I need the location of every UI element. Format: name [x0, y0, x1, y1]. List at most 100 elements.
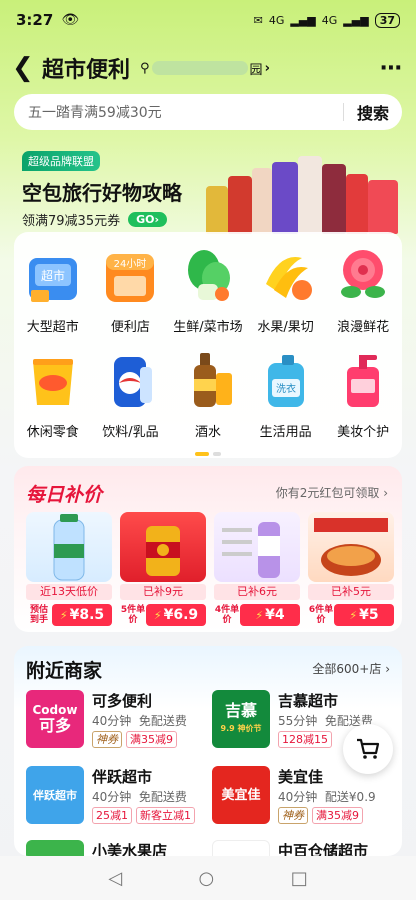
cart-icon [357, 738, 380, 759]
store-logo: 吉慕 9.9 神价节 [212, 690, 270, 748]
store-name: 伴跃超市 [92, 768, 153, 786]
store-card-banyue[interactable]: 伴跃超市 伴跃超市 40分钟 免配送费 25减1 新客立减1 [26, 766, 206, 826]
category-label: 美妆个护 [337, 425, 390, 440]
deal-caption: 已补9元 [120, 584, 206, 600]
price-label: 6件单价 [308, 605, 334, 625]
promo-product-image [206, 150, 402, 234]
recents-nav-icon[interactable]: □ [291, 868, 308, 889]
home-nav-icon[interactable]: ○ [199, 868, 215, 889]
deal-cards: 近13天低价 预估到手 ⚡ ¥8.5 已补9元 5件单价 ⚡ ¥6.9 已补6元 4… [26, 512, 394, 626]
category-item-beauty[interactable]: 美妆个护 [324, 349, 402, 440]
category-item-alcohol[interactable]: 酒水 [169, 349, 247, 440]
category-item-snacks[interactable]: 休闲零食 [14, 349, 92, 440]
coupon-badge: 满35减9 [312, 807, 363, 824]
category-page-indicator [0, 452, 416, 456]
vegetables-icon [178, 244, 238, 306]
vibrate-icon: ✉ [253, 13, 263, 27]
price-value: ⚡ ¥8.5 [52, 604, 112, 626]
chevron-right-icon: › [264, 60, 270, 76]
location-pin-icon: ⚲ [140, 60, 150, 76]
network-4g-2: 4G [321, 13, 338, 27]
store-card-xiaomei[interactable]: 小美水果店 [26, 840, 206, 856]
top-header: ❮ 超市便利 ⚲ 园 › ⋯ [0, 50, 416, 86]
store-logo [26, 840, 84, 856]
location-redacted [151, 61, 248, 75]
lotion-pump-icon [333, 349, 393, 411]
bolt-icon: ⚡ [153, 608, 162, 622]
store-card-keduo[interactable]: Codow 可多 可多便利 40分钟 免配送费 神券 满35减9 [26, 690, 206, 750]
store-card-zhongbai[interactable]: ◑ 中百仓储超市 [212, 840, 392, 856]
rose-icon [333, 244, 393, 306]
deal-card[interactable]: 近13天低价 预估到手 ⚡ ¥8.5 [26, 512, 112, 626]
search-input[interactable]: 五一踏青满59减30元 [28, 102, 162, 122]
store-name: 美宜佳 [278, 768, 324, 786]
back-nav-icon[interactable]: ◁ [108, 868, 122, 889]
chips-icon [23, 349, 83, 411]
deal-price: 预估到手 ⚡ ¥8.5 [26, 604, 112, 626]
category-item-fresh[interactable]: 生鲜/菜市场 [169, 244, 247, 335]
store-card-meiyijia[interactable]: 美宜佳 美宜佳 40分钟 配送¥0.9 神券 满35减9 [212, 766, 392, 826]
category-label: 饮料/乳品 [102, 425, 159, 440]
deals-title: 每日补价 [26, 484, 103, 506]
more-options-icon[interactable]: ⋯ [380, 56, 404, 81]
svg-text:24小时: 24小时 [114, 258, 147, 270]
deal-price: 4件单价 ⚡ ¥4 [214, 604, 300, 626]
banana-icon [256, 244, 316, 306]
category-item-flowers[interactable]: 浪漫鲜花 [324, 244, 402, 335]
store-meta: 40分钟 免配送费 [92, 714, 187, 728]
category-item-drinks[interactable]: 饮料/乳品 [92, 349, 170, 440]
coupon-badge: 神券 [278, 807, 308, 824]
price-label: 4件单价 [214, 605, 240, 625]
product-bottle [206, 186, 228, 234]
category-panel: 超市 大型超市 24小时 便利店 生鲜/菜市场 水果/果切 浪漫鲜花 休闲零食 … [14, 232, 402, 458]
page-title: 超市便利 [42, 58, 131, 83]
all-stores-link[interactable]: 全部600+店 › [312, 660, 390, 677]
promo-go-button[interactable]: GO› [128, 212, 168, 227]
soda-can-icon [100, 349, 160, 411]
store-coupons: 25减1 新客立减1 [92, 807, 195, 824]
deal-card[interactable]: 已补6元 4件单价 ⚡ ¥4 [214, 512, 300, 626]
product-bottle [368, 180, 398, 234]
store-logo: 美宜佳 [212, 766, 270, 824]
category-grid: 超市 大型超市 24小时 便利店 生鲜/菜市场 水果/果切 浪漫鲜花 休闲零食 … [14, 244, 402, 440]
category-label: 生活用品 [259, 425, 312, 440]
back-arrow-icon[interactable]: ❮ [12, 55, 36, 81]
store-coupons: 神券 满35减9 [278, 807, 363, 824]
bolt-icon: ⚡ [59, 608, 68, 622]
promo-subline: 领满79减35元券 [22, 214, 121, 229]
store-meta: 40分钟 配送¥0.9 [278, 790, 376, 804]
red-packet-note[interactable]: 你有2元红包可领取 › [276, 484, 388, 501]
category-label: 浪漫鲜花 [337, 320, 390, 335]
svg-text:洗衣: 洗衣 [276, 382, 296, 395]
deal-caption: 已补6元 [214, 584, 300, 600]
battery-indicator: 37 [374, 12, 400, 28]
store-logo: 伴跃超市 [26, 766, 84, 824]
product-bottle [298, 156, 322, 234]
nearby-title: 附近商家 [26, 660, 103, 682]
store-name: 吉慕超市 [278, 692, 339, 710]
network-4g-1: 4G [268, 13, 285, 27]
store-name: 小美水果店 [92, 842, 168, 856]
coupon-badge: 神券 [92, 731, 122, 748]
supermarket-basket-icon: 超市 [23, 244, 83, 306]
product-bottle [322, 164, 346, 234]
category-item-household[interactable]: 洗衣 生活用品 [247, 349, 325, 440]
deal-card[interactable]: 已补9元 5件单价 ⚡ ¥6.9 [120, 512, 206, 626]
category-label: 酒水 [194, 425, 221, 440]
store-meta: 40分钟 免配送费 [92, 790, 187, 804]
beer-icon [178, 349, 238, 411]
price-label: 预估到手 [29, 605, 48, 625]
search-button[interactable]: 搜索 [344, 100, 402, 124]
location-selector[interactable]: ⚲ 园 › [140, 59, 270, 78]
search-bar[interactable]: 五一踏青满59减30元 搜索 [14, 94, 402, 130]
category-item-supermarket[interactable]: 超市 大型超市 [14, 244, 92, 335]
category-item-fruit[interactable]: 水果/果切 [247, 244, 325, 335]
cart-button[interactable] [343, 724, 393, 774]
deal-card[interactable]: 已补5元 6件单价 ⚡ ¥5 [308, 512, 394, 626]
category-item-convenience[interactable]: 24小时 便利店 [92, 244, 170, 335]
energy-drink-image [120, 512, 206, 582]
bolt-icon: ⚡ [349, 608, 358, 622]
water-bottle-image [26, 512, 112, 582]
category-label: 便利店 [110, 320, 150, 335]
coupon-badge: 新客立减1 [136, 807, 195, 824]
